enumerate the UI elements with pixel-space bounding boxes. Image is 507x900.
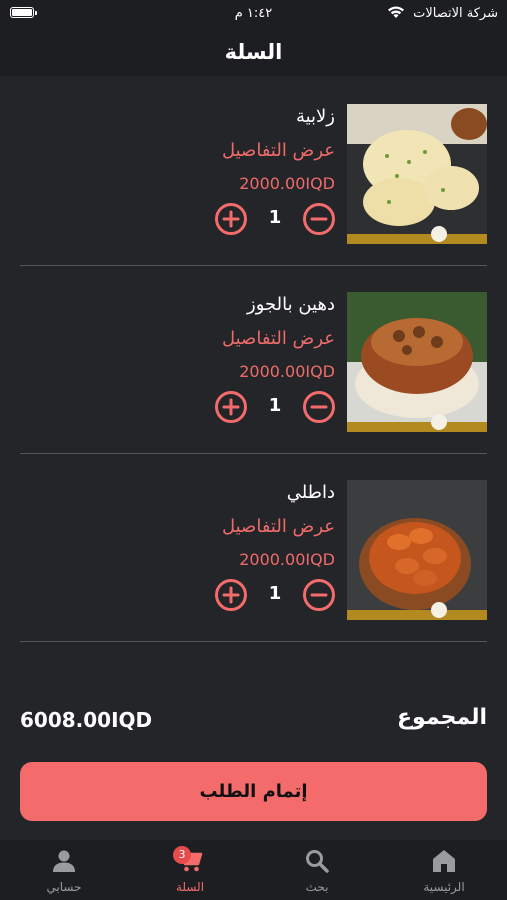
quantity-stepper: 1 xyxy=(215,390,335,424)
status-bar: ١:٤٢ م شركة الاتصالات xyxy=(0,0,507,28)
person-icon xyxy=(53,850,75,872)
minus-icon[interactable] xyxy=(303,203,335,235)
dehen-walnut-photo[interactable] xyxy=(347,292,487,432)
item-name: زلابية xyxy=(295,106,335,127)
plus-icon[interactable] xyxy=(215,391,247,423)
total-value: 6008.00IQD xyxy=(20,708,153,732)
cart-count-badge: 3 xyxy=(173,846,191,864)
view-details-link[interactable]: عرض التفاصيل xyxy=(222,516,335,537)
brand-logo-icon xyxy=(431,602,447,618)
zalabia-photo[interactable] xyxy=(347,104,487,244)
brand-strip xyxy=(347,422,487,432)
quantity-stepper: 1 xyxy=(215,578,335,612)
checkout-button[interactable]: إتمام الطلب xyxy=(20,762,487,821)
cart-item: دهين بالجوز عرض التفاصيل 2000.00IQD 1 xyxy=(20,266,487,454)
tab-label: الرئيسية xyxy=(423,880,465,894)
brand-strip xyxy=(347,234,487,244)
plus-icon[interactable] xyxy=(215,203,247,235)
quantity-value: 1 xyxy=(268,207,282,228)
item-name: داطلي xyxy=(286,482,335,503)
tab-account[interactable]: حسابي xyxy=(24,840,104,900)
cart-item: داطلي عرض التفاصيل 2000.00IQD 1 xyxy=(20,454,487,642)
carrier-name: شركة الاتصالات xyxy=(413,6,498,21)
minus-icon[interactable] xyxy=(303,391,335,423)
checkout-button-label: إتمام الطلب xyxy=(199,781,308,802)
tab-bar: حسابي 3 السلة بحث الرئيسية xyxy=(0,840,507,900)
tab-label: السلة xyxy=(175,880,205,894)
tab-home[interactable]: الرئيسية xyxy=(404,840,484,900)
item-price: 2000.00IQD xyxy=(239,550,335,569)
minus-icon[interactable] xyxy=(303,579,335,611)
app-header: السلة xyxy=(0,28,507,76)
datli-photo[interactable] xyxy=(347,480,487,620)
tab-label: بحث xyxy=(305,880,329,894)
item-price: 2000.00IQD xyxy=(239,174,335,193)
brand-strip xyxy=(347,610,487,620)
cart-item: زلابية عرض التفاصيل 2000.00IQD 1 xyxy=(20,78,487,266)
page-title: السلة xyxy=(224,40,283,64)
item-price: 2000.00IQD xyxy=(239,362,335,381)
item-name: دهين بالجوز xyxy=(247,294,335,315)
view-details-link[interactable]: عرض التفاصيل xyxy=(222,140,335,161)
view-details-link[interactable]: عرض التفاصيل xyxy=(222,328,335,349)
tab-cart[interactable]: 3 السلة xyxy=(150,840,230,900)
brand-logo-icon xyxy=(431,414,447,430)
total-row: المجموع 6008.00IQD xyxy=(20,705,487,737)
wifi-icon xyxy=(388,6,404,18)
quantity-stepper: 1 xyxy=(215,202,335,236)
brand-logo-icon xyxy=(431,226,447,242)
total-label: المجموع xyxy=(397,705,487,730)
quantity-value: 1 xyxy=(268,395,282,416)
plus-icon[interactable] xyxy=(215,579,247,611)
tab-label: حسابي xyxy=(46,880,82,894)
search-icon xyxy=(306,850,329,873)
quantity-value: 1 xyxy=(268,583,282,604)
tab-search[interactable]: بحث xyxy=(277,840,357,900)
home-icon xyxy=(433,850,455,872)
